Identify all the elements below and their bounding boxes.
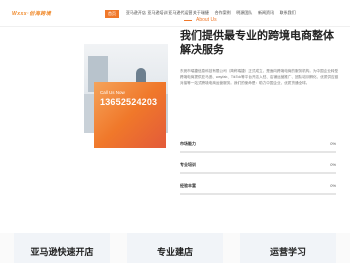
- progress-track: [180, 151, 336, 153]
- nav-item-amazon-training[interactable]: 亚马逊培训: [147, 10, 169, 18]
- nav-item-home[interactable]: 首页: [105, 10, 119, 18]
- site-logo[interactable]: Wxxx·创海跨境: [12, 2, 51, 17]
- progress-value: 0%: [330, 162, 336, 167]
- service-card-operation-learning[interactable]: 运营学习: [240, 233, 336, 263]
- progress-value: 0%: [330, 141, 336, 146]
- nav-item-contact[interactable]: 联系我们: [277, 10, 299, 18]
- about-description: 东莞市瑞捷信息科技有限公司（简称瑞捷）正式成立，是面向跨境电商的服务机构。为中国…: [180, 69, 339, 85]
- logo-text: Wxxx·创海跨境: [12, 11, 52, 17]
- service-title: 亚马逊快速开店: [30, 247, 94, 257]
- progress-experience: 经验丰富 0%: [180, 183, 336, 195]
- services-section: 亚马逊快速开店 专业建店 运营学习: [0, 233, 350, 263]
- site-header: Wxxx·创海跨境 首页 亚马逊开店 亚马逊培训 亚马逊代运营 关于瑞捷 合作案…: [0, 0, 350, 27]
- nav-item-news[interactable]: 新闻资讯: [255, 10, 277, 18]
- nav-item-amazon-store[interactable]: 亚马逊开店: [125, 10, 147, 18]
- phone-number[interactable]: 13652524203: [100, 97, 160, 107]
- progress-track: [180, 172, 336, 174]
- about-us-label: About Us: [184, 17, 217, 23]
- progress-value: 0%: [330, 183, 336, 188]
- nav-item-team[interactable]: 明源团队: [233, 10, 255, 18]
- call-label: Call Us Now: [100, 90, 125, 95]
- service-card-store-building[interactable]: 专业建店: [127, 233, 223, 263]
- service-card-amazon-store[interactable]: 亚马逊快速开店: [14, 233, 110, 263]
- about-us-text: About Us: [196, 17, 217, 23]
- progress-label: 经验丰富: [180, 183, 196, 188]
- call-us-box: Call Us Now 13652524203: [94, 82, 166, 148]
- progress-training: 专业培训 0%: [180, 162, 336, 174]
- service-title: 专业建店: [156, 247, 193, 257]
- progress-market: 市场能力 0%: [180, 141, 336, 153]
- progress-label: 市场能力: [180, 141, 196, 146]
- progress-track: [180, 193, 336, 195]
- service-title: 运营学习: [269, 247, 306, 257]
- progress-label: 专业培训: [180, 162, 196, 167]
- about-title: 我们提供最专业的跨境电商整体解决服务: [180, 30, 334, 56]
- about-divider: [184, 19, 192, 21]
